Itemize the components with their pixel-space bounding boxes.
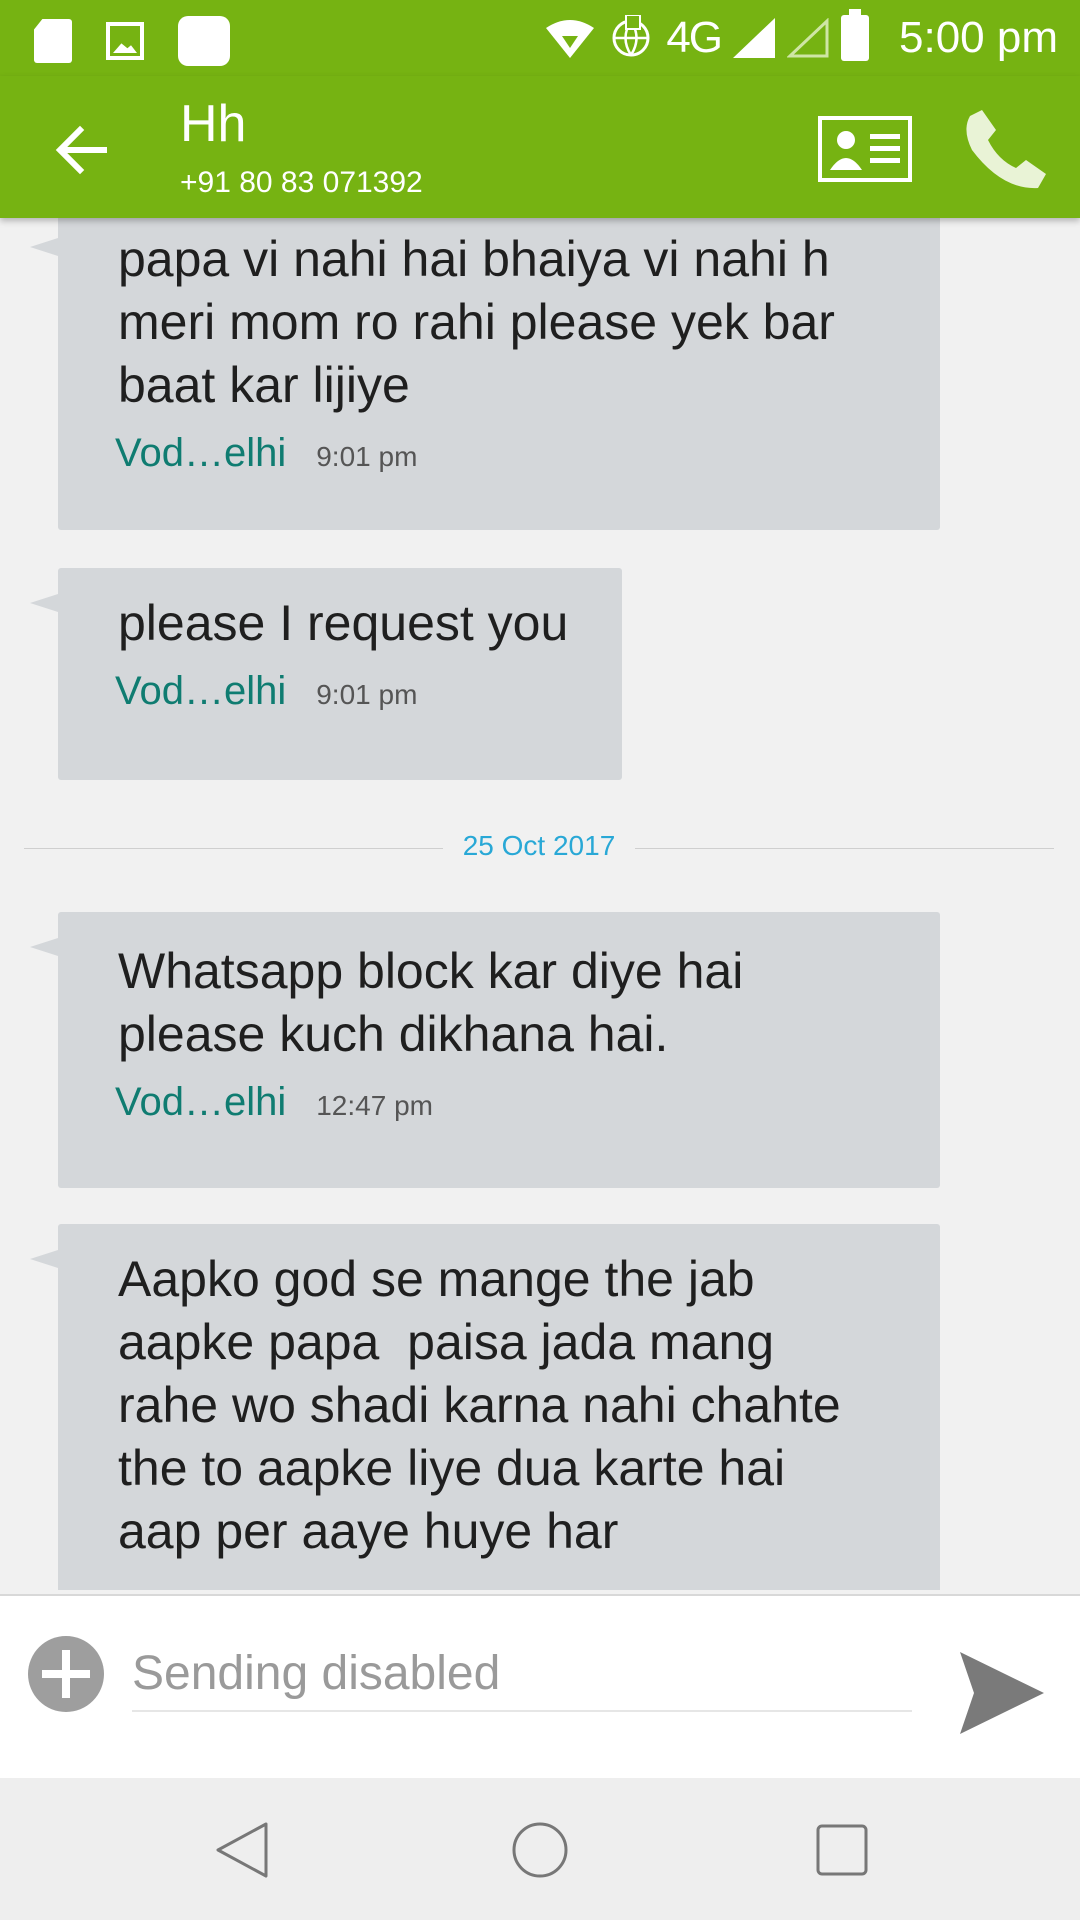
system-icons: 4G 5:00 pm <box>544 8 1058 68</box>
wifi-icon <box>546 20 595 58</box>
image-icon <box>106 22 144 60</box>
contact-name: Hh <box>180 95 247 153</box>
message-bubble[interactable]: please I request you Vod…elhi 9:01 pm <box>30 568 622 780</box>
message-bubble[interactable]: Aapko god se mange the jab aapke papa pa… <box>30 1224 940 1590</box>
back-arrow-icon[interactable] <box>52 120 112 180</box>
message-text: Whatsapp block kar diye hai please kuch … <box>118 943 744 1062</box>
sd-card-icon <box>34 19 72 63</box>
nav-back-icon[interactable] <box>212 1820 272 1880</box>
message-time: 12:47 pm <box>316 1090 433 1121</box>
message-list[interactable]: papa vi nahi hai bhaiya vi nahi h meri m… <box>0 218 1080 1590</box>
conversation-header: Hh +91 80 83 071392 <box>0 76 1080 218</box>
signal-empty-icon <box>787 18 829 58</box>
phone-icon[interactable] <box>962 104 1052 194</box>
compose-bar <box>0 1594 1080 1778</box>
nav-recent-apps-icon[interactable] <box>814 1822 870 1878</box>
message-time: 9:01 pm <box>316 679 418 710</box>
date-divider-label: 25 Oct 2017 <box>442 830 636 861</box>
status-bar: 4G 5:00 pm <box>0 0 1080 76</box>
add-attachment-icon[interactable] <box>28 1636 104 1712</box>
battery-icon <box>841 9 870 61</box>
message-text: Aapko god se mange the jab aapke papa pa… <box>118 1251 841 1559</box>
message-bubble[interactable]: Whatsapp block kar diye hai please kuch … <box>30 912 940 1188</box>
signal-icon <box>733 18 776 58</box>
message-text: please I request you <box>118 595 569 651</box>
message-time: 9:01 pm <box>316 441 418 472</box>
network-type: 4G <box>666 13 723 62</box>
globe-icon <box>612 15 650 57</box>
app-notification-icon <box>178 16 230 66</box>
system-navigation-bar <box>0 1778 1080 1920</box>
message-text: papa vi nahi hai bhaiya vi nahi h meri m… <box>118 231 835 413</box>
contact-number: +91 80 83 071392 <box>180 166 423 199</box>
message-sim-label: Vod…elhi <box>115 669 287 713</box>
message-sim-label: Vod…elhi <box>115 431 287 475</box>
notification-icons <box>34 16 230 66</box>
message-bubble[interactable]: papa vi nahi hai bhaiya vi nahi h meri m… <box>30 218 940 530</box>
date-divider: 25 Oct 2017 <box>24 828 1054 868</box>
message-sim-label: Vod…elhi <box>115 1080 287 1124</box>
status-time: 5:00 pm <box>899 13 1058 62</box>
contact-card-icon[interactable] <box>818 116 912 182</box>
message-input[interactable] <box>132 1636 912 1712</box>
send-icon[interactable] <box>958 1650 1046 1736</box>
nav-home-icon[interactable] <box>510 1820 570 1880</box>
